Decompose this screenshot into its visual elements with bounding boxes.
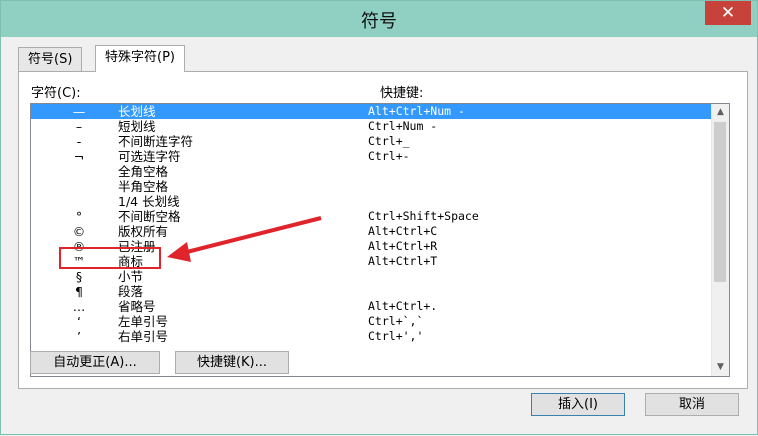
tab-special-characters[interactable]: 特殊字符(P) bbox=[95, 45, 185, 72]
symbol-dialog: 符号 ✕ 符号(S) 特殊字符(P) 字符(C): 快捷键: — 长划线 Alt+C… bbox=[0, 0, 758, 435]
